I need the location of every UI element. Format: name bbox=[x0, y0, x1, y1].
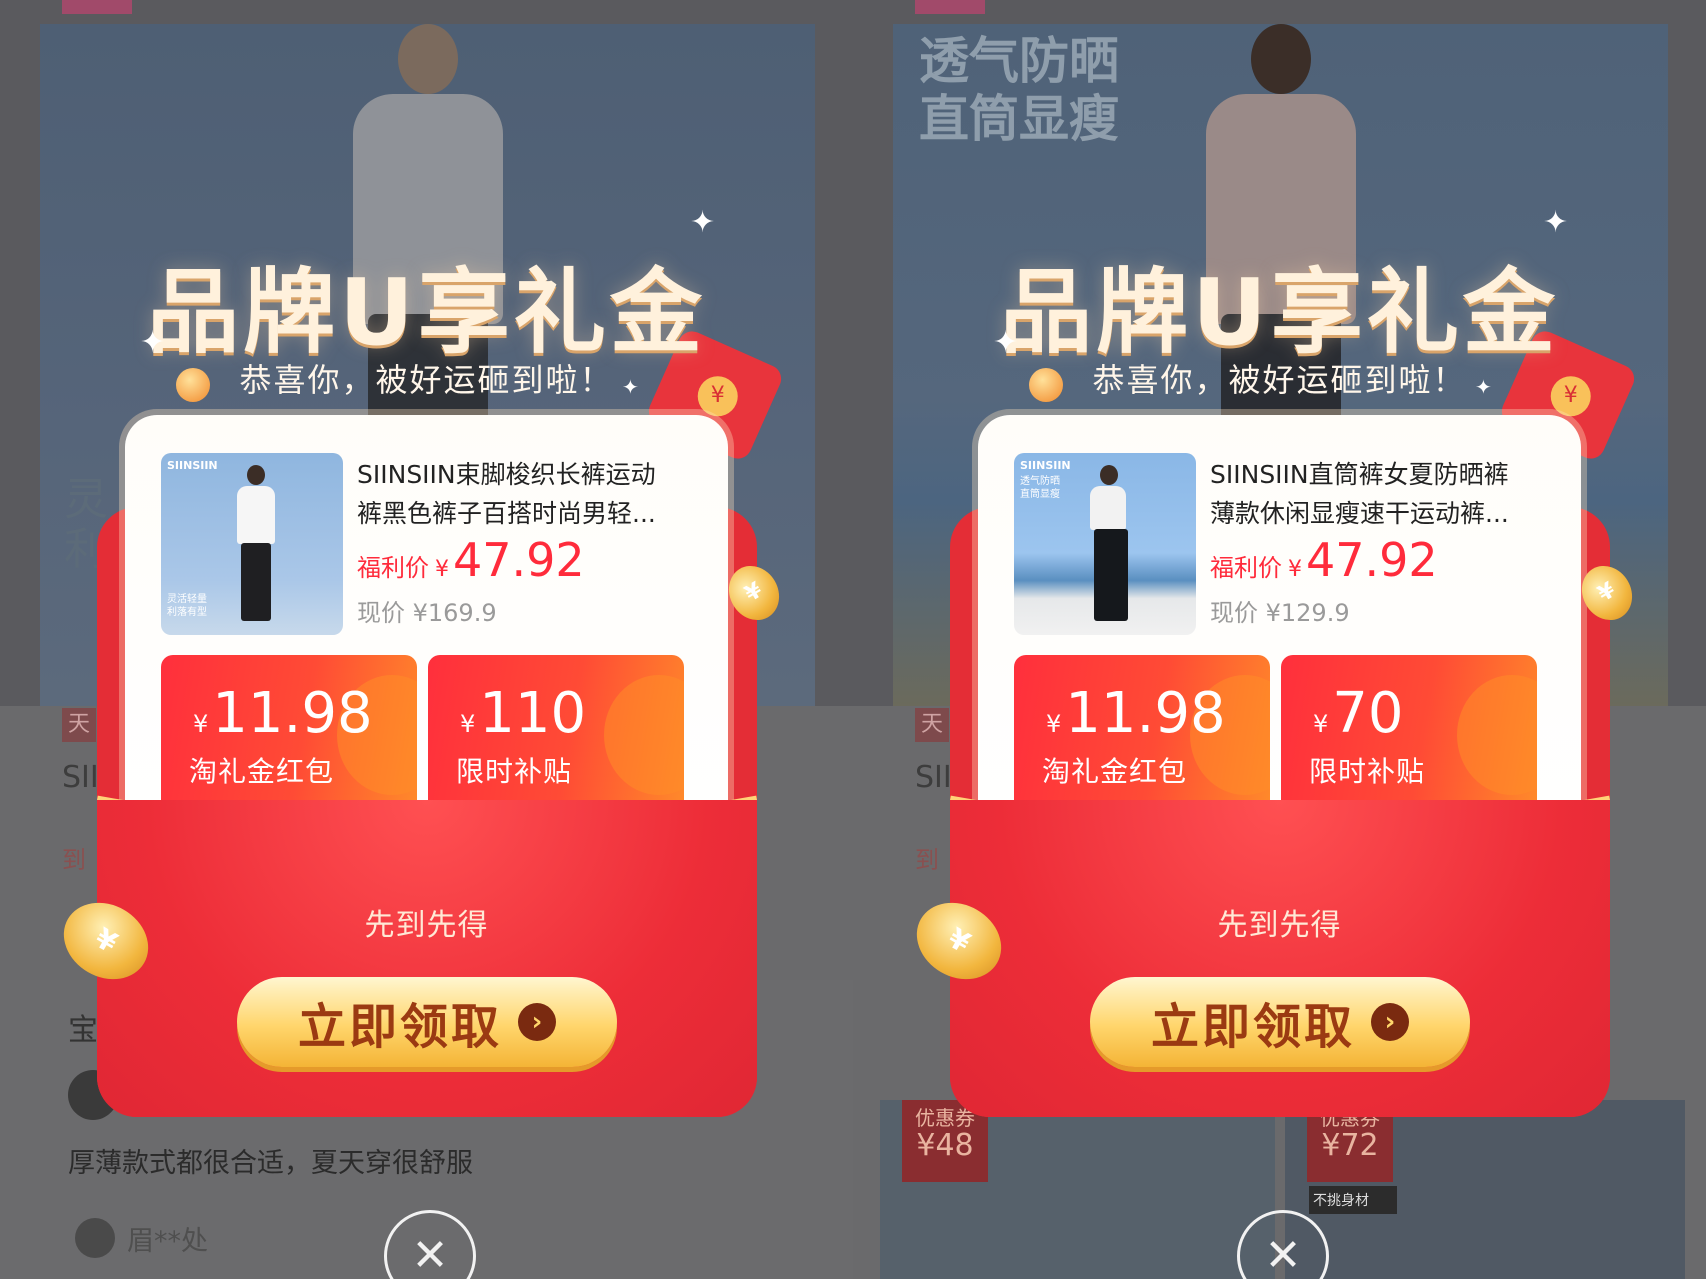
glow-orb-icon bbox=[1029, 368, 1063, 402]
background-title-fragment: SII bbox=[915, 760, 952, 795]
popup-subtitle: 恭喜你，被好运砸到啦！ bbox=[239, 361, 614, 399]
background-tag bbox=[915, 0, 985, 14]
background-badge: 天 bbox=[915, 708, 949, 742]
sparkle-icon: ✦ bbox=[140, 325, 166, 360]
thumbnail-tag: 透气防晒 直筒显瘦 bbox=[1020, 476, 1060, 500]
sparkle-icon: ✦ bbox=[690, 205, 716, 240]
coupon-label: 淘礼金红包 bbox=[1042, 755, 1188, 788]
original-price: 现价 ¥169.9 bbox=[357, 599, 497, 627]
red-envelope-front bbox=[950, 800, 1610, 1117]
coupon-label: 限时补贴 bbox=[1309, 755, 1426, 788]
review-text: 厚薄款式都很合适，夏天穿很舒服 bbox=[68, 1148, 473, 1179]
reviewer-name: 眉**处 bbox=[127, 1225, 208, 1257]
price-value: 47.92 bbox=[453, 533, 585, 587]
original-price: 现价 ¥129.9 bbox=[1210, 599, 1350, 627]
first-come-text: 先到先得 bbox=[1217, 908, 1342, 943]
reviewer: 眉**处 bbox=[75, 1218, 208, 1258]
background-tag bbox=[62, 0, 132, 14]
background-review-title: 宝 bbox=[68, 1013, 98, 1048]
chevron-right-icon: › bbox=[1371, 1003, 1409, 1041]
background-banner-text: 透气防晒 直筒显瘦 bbox=[919, 32, 1119, 148]
popup-subtitle: 恭喜你，被好运砸到啦！ bbox=[1092, 361, 1467, 399]
grid-card-tag: 不挑身材 bbox=[1309, 1186, 1397, 1214]
price-value: 47.92 bbox=[1306, 533, 1438, 587]
sparkle-icon: ✦ bbox=[1475, 375, 1492, 399]
red-envelope-front bbox=[97, 800, 757, 1117]
product-card[interactable]: SIINSIIN 灵活轻量 利落有型 SIINSIIN束脚梭织长裤运动 裤黑色裤子… bbox=[125, 415, 728, 835]
product-thumbnail[interactable]: SIINSIIN 透气防晒 直筒显瘦 bbox=[1014, 453, 1196, 635]
first-come-text: 先到先得 bbox=[364, 908, 489, 943]
popup-title: 品牌U享礼金 bbox=[1000, 259, 1559, 366]
background-arrive-fragment: 到 bbox=[915, 846, 939, 874]
popup-title: 品牌U享礼金 bbox=[147, 259, 706, 366]
sparkle-icon: ✦ bbox=[622, 375, 639, 399]
reviewer-avatar bbox=[75, 1218, 115, 1258]
grid-product-card[interactable]: 优惠券 ¥72 不挑身材 bbox=[1285, 1100, 1685, 1279]
grid-product-card[interactable]: 优惠券 ¥48 bbox=[880, 1100, 1275, 1279]
sparkle-icon: ✦ bbox=[1543, 205, 1569, 240]
coupon-amount: 110 bbox=[479, 681, 587, 746]
product-thumbnail[interactable]: SIINSIIN 灵活轻量 利落有型 bbox=[161, 453, 343, 635]
glow-orb-icon bbox=[176, 368, 210, 402]
thumbnail-tag: 灵活轻量 利落有型 bbox=[167, 594, 207, 618]
thumbnail-brand: SIINSIIN bbox=[1020, 459, 1071, 472]
product-name[interactable]: SIINSIIN直筒裤女夏防晒裤 薄款休闲显瘦速干运动裤... bbox=[1210, 455, 1540, 533]
product-name[interactable]: SIINSIIN束脚梭织长裤运动 裤黑色裤子百搭时尚男轻... bbox=[357, 455, 687, 533]
background-arrive-fragment: 到 bbox=[62, 846, 86, 874]
claim-now-button[interactable]: 立即领取 › bbox=[237, 977, 617, 1067]
welfare-price: 福利价 ¥47.92 bbox=[357, 533, 585, 587]
price-label: 福利价 bbox=[1210, 554, 1282, 582]
product-card[interactable]: SIINSIIN 透气防晒 直筒显瘦 SIINSIIN直筒裤女夏防晒裤 薄款休闲显… bbox=[978, 415, 1581, 835]
thumbnail-brand: SIINSIIN bbox=[167, 459, 218, 472]
close-icon: ✕ bbox=[1264, 1230, 1302, 1279]
close-icon: ✕ bbox=[411, 1230, 449, 1279]
claim-now-button[interactable]: 立即领取 › bbox=[1090, 977, 1470, 1067]
coupon-label: 限时补贴 bbox=[456, 755, 573, 788]
popup-panel-left: 灵 利 天 SII 到 宝 厚薄款式都很合适，夏天穿很舒服 眉**处 ¥ 品牌U… bbox=[0, 0, 853, 1279]
sparkle-icon: ✦ bbox=[993, 325, 1019, 360]
coupon-amount: 11.98 bbox=[1065, 681, 1226, 746]
popup-panel-right: 透气防晒 直筒显瘦 天 SII 到 优惠券 ¥48 优惠券 ¥72 不挑身材 ¥ 品… bbox=[853, 0, 1706, 1279]
coupon-amount: 11.98 bbox=[212, 681, 373, 746]
chevron-right-icon: › bbox=[518, 1003, 556, 1041]
coupon-label: 淘礼金红包 bbox=[189, 755, 335, 788]
background-badge: 天 bbox=[62, 708, 96, 742]
price-label: 福利价 bbox=[357, 554, 429, 582]
coupon-amount: 70 bbox=[1332, 681, 1404, 746]
welfare-price: 福利价 ¥47.92 bbox=[1210, 533, 1438, 587]
background-title-fragment: SII bbox=[62, 760, 99, 795]
